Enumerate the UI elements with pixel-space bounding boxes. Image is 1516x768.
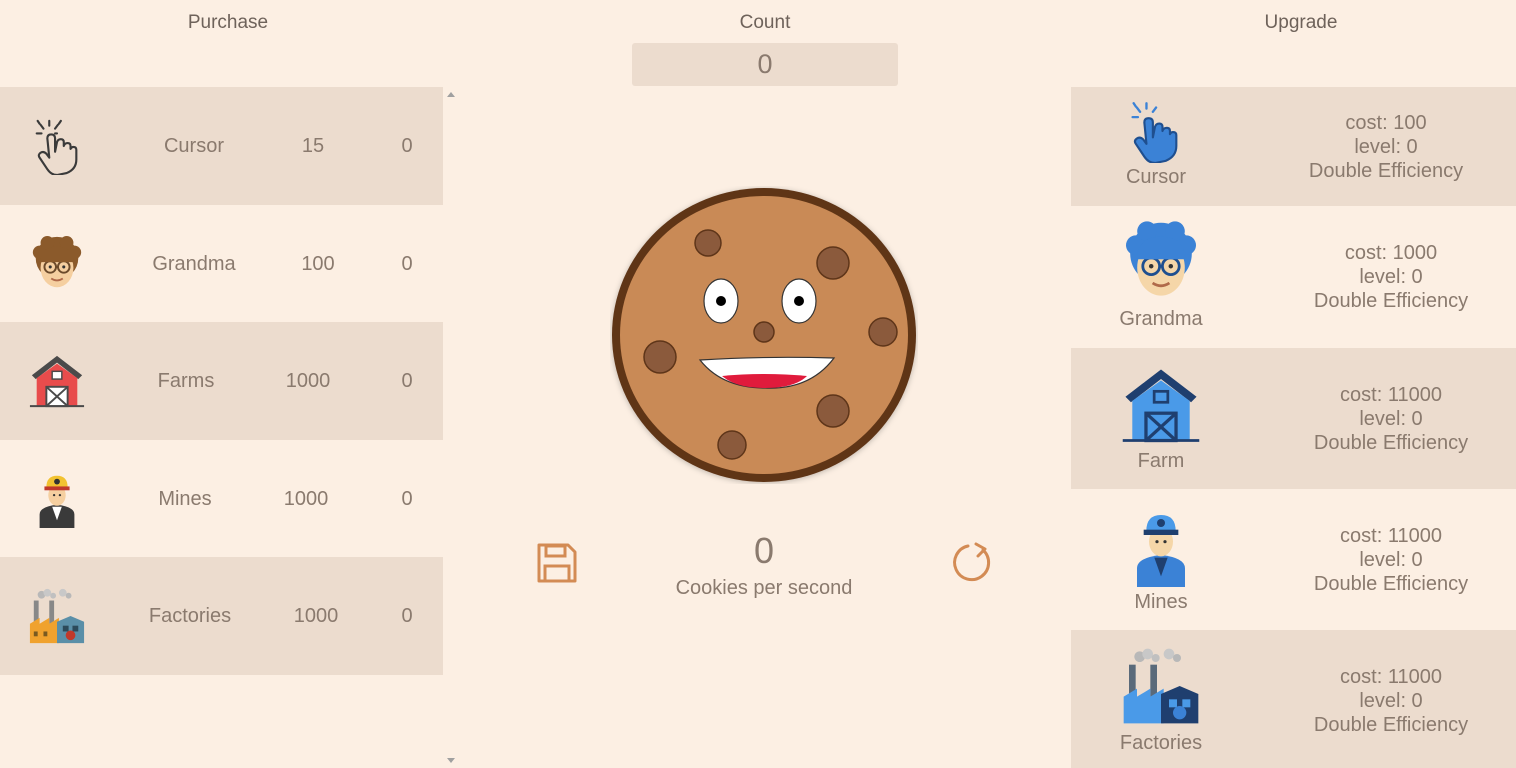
upgrade-item-details: cost: 11000 level: 0 Double Efficiency (1291, 524, 1491, 596)
upgrade-item-cost: cost: 11000 (1340, 666, 1442, 688)
farm-icon (1122, 369, 1200, 443)
upgrade-item-name: Factories (1119, 732, 1203, 754)
factory-icon (29, 588, 85, 644)
purchase-item-cost: 100 (301, 253, 335, 275)
cookies-per-second-label: Cookies per second (675, 577, 853, 599)
upgrade-item-grandma[interactable]: Grandma cost: 1000 level: 0 Double Effic… (1071, 206, 1516, 348)
upgrade-item-level: level: 0 (1359, 549, 1423, 571)
upgrade-item-farm[interactable]: Farm cost: 11000 level: 0 Double Efficie… (1071, 348, 1516, 489)
cursor-icon (35, 119, 78, 175)
purchase-item-name: Grandma (152, 253, 236, 275)
upgrade-item-details: cost: 11000 level: 0 Double Efficiency (1291, 383, 1491, 455)
upgrade-item-level: level: 0 (1359, 266, 1423, 288)
purchase-item-factories[interactable]: Factories 1000 0 (0, 557, 443, 675)
upgrade-item-effect: Double Efficiency (1313, 290, 1469, 312)
upgrade-item-level: level: 0 (1354, 136, 1418, 158)
miner-icon (39, 475, 75, 528)
upgrade-item-name: Farm (1137, 450, 1185, 472)
upgrade-item-level: level: 0 (1359, 690, 1423, 712)
cookie-count-display: 0 (632, 43, 898, 86)
upgrade-item-name: Grandma (1119, 308, 1203, 330)
purchase-item-owned: 0 (401, 488, 413, 510)
upgrade-item-effect: Double Efficiency (1308, 160, 1464, 182)
factory-icon (1123, 648, 1199, 724)
save-icon[interactable] (536, 542, 578, 584)
big-cookie-button[interactable] (610, 186, 918, 484)
purchase-item-cursor[interactable]: Cursor 15 0 (0, 87, 443, 205)
upgrade-item-name: Mines (1134, 591, 1188, 613)
upgrade-item-details: cost: 11000 level: 0 Double Efficiency (1291, 665, 1491, 737)
cookies-per-second-value: 0 (753, 530, 775, 571)
farm-icon (29, 355, 85, 408)
count-heading: Count (739, 12, 791, 33)
upgrade-item-cursor[interactable]: Cursor cost: 100 level: 0 Double Efficie… (1071, 87, 1516, 206)
purchase-heading: Purchase (187, 12, 269, 33)
purchase-item-cost: 1000 (285, 370, 331, 392)
cursor-icon (1131, 102, 1178, 163)
purchase-item-mines[interactable]: Mines 1000 0 (0, 440, 443, 558)
purchase-item-cost: 1000 (293, 605, 339, 627)
purchase-list-scrollbar[interactable] (443, 87, 458, 768)
upgrade-list: Cursor cost: 100 level: 0 Double Efficie… (1071, 87, 1516, 768)
purchase-item-name: Mines (158, 488, 212, 510)
purchase-list: Cursor 15 0 Grandma 100 0 Farms 1000 0 M… (0, 87, 443, 768)
grandma-icon (32, 235, 82, 288)
purchase-item-owned: 0 (401, 370, 413, 392)
purchase-item-name: Factories (148, 605, 232, 627)
upgrade-item-name: Cursor (1125, 166, 1186, 188)
upgrade-item-details: cost: 100 level: 0 Double Efficiency (1286, 111, 1486, 183)
upgrade-item-mines[interactable]: Mines cost: 11000 level: 0 Double Effici… (1071, 489, 1516, 630)
purchase-item-owned: 0 (401, 135, 413, 157)
upgrade-item-factories[interactable]: Factories cost: 11000 level: 0 Double Ef… (1071, 630, 1516, 768)
purchase-item-owned: 0 (401, 253, 413, 275)
purchase-item-name: Cursor (163, 135, 224, 157)
miner-icon (1137, 515, 1185, 587)
purchase-item-cost: 1000 (283, 488, 329, 510)
grandma-icon (1126, 221, 1196, 296)
reset-icon[interactable] (950, 541, 994, 585)
purchase-item-name: Farms (157, 370, 215, 392)
purchase-item-grandma[interactable]: Grandma 100 0 (0, 205, 443, 323)
upgrade-item-cost: cost: 100 (1345, 112, 1427, 134)
upgrade-item-level: level: 0 (1359, 408, 1423, 430)
scroll-down-arrow-icon[interactable] (447, 758, 455, 763)
upgrade-item-cost: cost: 1000 (1344, 242, 1438, 264)
scroll-up-arrow-icon[interactable] (447, 92, 455, 97)
purchase-item-owned: 0 (401, 605, 413, 627)
purchase-item-farms[interactable]: Farms 1000 0 (0, 322, 443, 440)
upgrade-item-effect: Double Efficiency (1313, 432, 1469, 454)
upgrade-item-cost: cost: 11000 (1340, 384, 1442, 406)
upgrade-item-effect: Double Efficiency (1313, 573, 1469, 595)
upgrade-heading: Upgrade (1264, 12, 1338, 33)
purchase-item-cost: 15 (301, 135, 325, 157)
upgrade-item-details: cost: 1000 level: 0 Double Efficiency (1291, 241, 1491, 313)
upgrade-item-effect: Double Efficiency (1313, 714, 1469, 736)
upgrade-item-cost: cost: 11000 (1340, 525, 1442, 547)
